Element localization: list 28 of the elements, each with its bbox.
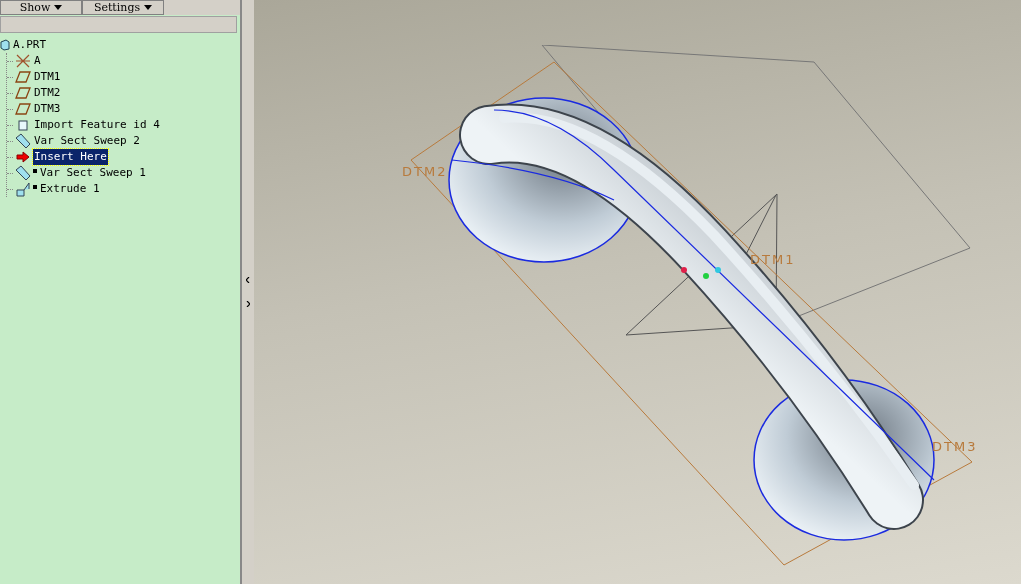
cube-icon: [17, 119, 29, 131]
marker-icon: [33, 169, 37, 173]
marker-icon: [33, 185, 37, 189]
tree-item[interactable]: Import Feature id 4: [33, 116, 161, 134]
sweep-icon: [15, 165, 31, 181]
tree-item[interactable]: A.PRT: [13, 36, 47, 54]
tree-item[interactable]: DTM3: [33, 100, 62, 118]
plane-icon: [15, 87, 31, 99]
tree-item[interactable]: Insert Here: [33, 148, 108, 166]
cube-icon: [0, 39, 10, 51]
toolbar-button[interactable]: Show: [0, 0, 82, 15]
tree-item[interactable]: Var Sect Sweep 1: [39, 164, 147, 182]
toolbar-button[interactable]: Settings: [82, 0, 164, 15]
caret-icon: [144, 5, 153, 10]
collapse-left-icon[interactable]: [246, 277, 250, 283]
expand-right-icon[interactable]: [246, 301, 250, 307]
plane-icon: [15, 71, 31, 83]
axis-icon: [15, 54, 31, 68]
tree-item[interactable]: DTM2: [33, 84, 62, 102]
tree-item[interactable]: DTM1: [33, 68, 62, 86]
arrow-icon: [16, 151, 30, 163]
plane-icon: [15, 103, 31, 115]
sweep-icon: [15, 133, 31, 149]
caret-icon: [54, 5, 63, 10]
tree-item[interactable]: Extrude 1: [39, 180, 101, 198]
extrude-icon: [15, 181, 31, 197]
tree-item[interactable]: Var Sect Sweep 2: [33, 132, 141, 150]
tree-item[interactable]: A: [33, 52, 42, 70]
